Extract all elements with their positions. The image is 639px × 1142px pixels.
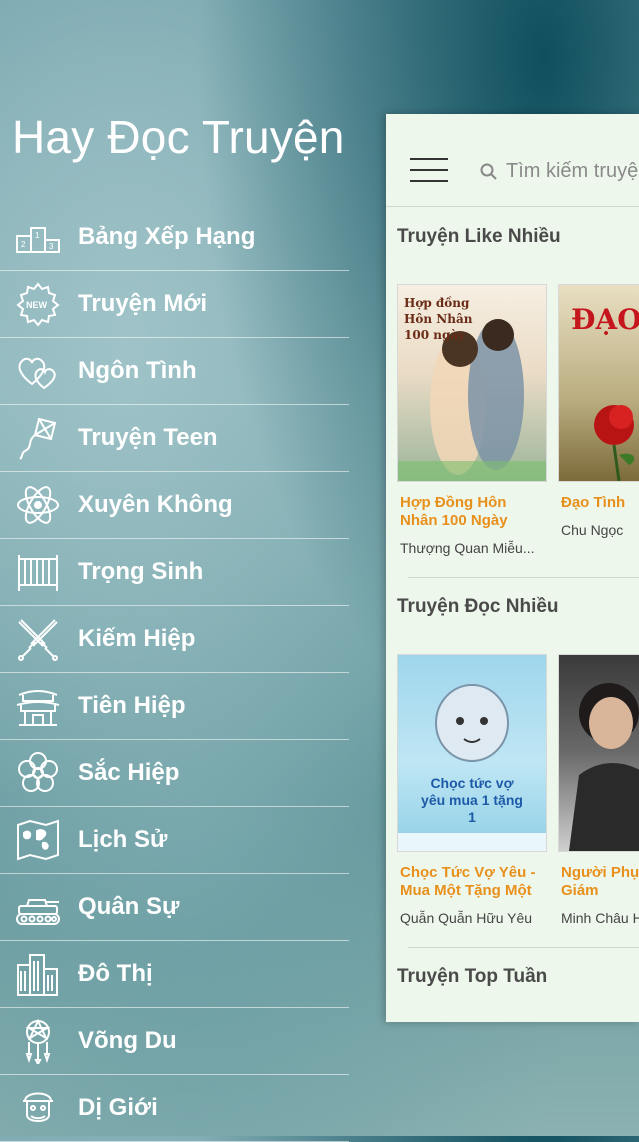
svg-text:1: 1 [35, 231, 40, 240]
book-title[interactable]: Đạo Tình [558, 494, 639, 512]
section-divider [408, 577, 639, 578]
book-author: Thượng Quan Miễu... [400, 540, 535, 556]
menu-item-do-thi[interactable]: Đô Thị [0, 941, 349, 1008]
menu-item-label: Trọng Sinh [78, 558, 204, 585]
menu-item-sac-hiep[interactable]: Sắc Hiệp [0, 740, 349, 807]
book-author: Minh Châu H [561, 910, 639, 926]
menu-item-truyen-moi[interactable]: NEW Truyện Mới [0, 271, 349, 338]
cover-text: Chọc tức vợ yêu mua 1 tặng 1 [421, 775, 523, 825]
menu-item-truyen-teen[interactable]: Truyện Teen [0, 405, 349, 472]
book-card[interactable]: Hợp đồng Hôn Nhân 100 ngày Hợp Đồng Hôn … [397, 284, 547, 556]
atom-icon [14, 481, 62, 529]
menu-item-ngon-tinh[interactable]: Ngôn Tình [0, 338, 349, 405]
menu-item-bang-xep-hang[interactable]: 213 Bảng Xếp Hạng [0, 204, 349, 271]
app-title: Hay Đọc Truyện [12, 111, 345, 163]
menu-item-label: Quân Sự [78, 893, 180, 920]
menu-item-kiem-hiep[interactable]: Kiếm Hiệp [0, 606, 349, 673]
flower-icon [14, 749, 62, 797]
menu-item-lich-su[interactable]: Lịch Sử [0, 807, 349, 874]
menu-item-label: Truyện Teen [78, 424, 218, 451]
pagoda-icon [14, 682, 62, 730]
book-author: Quẫn Quẫn Hữu Yêu [400, 910, 533, 926]
menu-item-label: Sắc Hiệp [78, 759, 180, 786]
book-title[interactable]: Chọc Tức Vợ Yêu - Mua Một Tặng Một [397, 864, 547, 900]
menu-item-label: Kiếm Hiệp [78, 625, 196, 652]
buildings-icon [14, 950, 62, 998]
search-icon [480, 163, 497, 180]
svg-text:NEW: NEW [26, 300, 48, 310]
side-menu: 213 Bảng Xếp Hạng NEW Truyện Mới Ngôn Tì… [0, 204, 349, 1142]
book-card[interactable]: Chọc tức vợ yêu mua 1 tặng 1 Chọc Tức Vợ… [397, 654, 547, 926]
crib-icon [14, 548, 62, 596]
menu-item-label: Võng Du [78, 1027, 177, 1054]
book-cover[interactable]: Chọc tức vợ yêu mua 1 tặng 1 [397, 654, 547, 852]
top-bar: Tìm kiếm truyện [386, 114, 639, 207]
book-title[interactable]: Người Phụ Tổng Giám [558, 864, 639, 900]
book-author: Chu Ngọc [561, 522, 624, 538]
section-divider [408, 947, 639, 948]
menu-item-label: Tiên Hiệp [78, 692, 186, 719]
hearts-icon [14, 347, 62, 395]
kite-icon [14, 414, 62, 462]
menu-item-label: Truyện Mới [78, 290, 208, 317]
podium-icon: 213 [14, 213, 62, 261]
svg-text:3: 3 [49, 242, 54, 251]
book-card[interactable]: ĐẠO Đạo Tình Chu Ngọc [558, 284, 639, 538]
new-badge-icon: NEW [14, 280, 62, 328]
menu-item-tien-hiep[interactable]: Tiên Hiệp [0, 673, 349, 740]
book-cover[interactable]: ĐẠO [558, 284, 639, 482]
menu-item-label: Lịch Sử [78, 826, 168, 853]
menu-item-label: Xuyên Không [78, 491, 233, 518]
svg-text:2: 2 [21, 240, 26, 249]
menu-item-label: Bảng Xếp Hạng [78, 223, 256, 250]
cover-text: ĐẠO [571, 303, 639, 336]
section-title[interactable]: Truyện Like Nhiều [397, 226, 561, 248]
menu-item-label: Dị Giới [78, 1094, 158, 1121]
hamburger-menu-icon[interactable] [410, 158, 448, 184]
menu-item-label: Ngôn Tình [78, 357, 197, 384]
world-map-icon [14, 816, 62, 864]
book-cover[interactable]: Hợp đồng Hôn Nhân 100 ngày [397, 284, 547, 482]
section-title[interactable]: Truyện Đọc Nhiều [397, 596, 559, 618]
book-card[interactable]: Người Phụ Tổng Giám Minh Châu H [558, 654, 639, 926]
section-title[interactable]: Truyện Top Tuần [397, 966, 547, 988]
menu-item-xuyen-khong[interactable]: Xuyên Không [0, 472, 349, 539]
menu-item-vong-du[interactable]: Võng Du [0, 1008, 349, 1075]
menu-item-quan-su[interactable]: Quân Sự [0, 874, 349, 941]
main-panel[interactable]: Tìm kiếm truyện Truyện Like Nhiều Hợp đồ… [386, 114, 639, 1022]
tank-icon [14, 883, 62, 931]
book-title[interactable]: Hợp Đồng Hôn Nhân 100 Ngày [397, 494, 547, 530]
dreamcatcher-icon [14, 1017, 62, 1065]
cover-text: Hợp đồng Hôn Nhân 100 ngày [404, 296, 473, 342]
search-bar[interactable]: Tìm kiếm truyện [480, 160, 639, 183]
warrior-head-icon [14, 1084, 62, 1132]
menu-item-trong-sinh[interactable]: Trọng Sinh [0, 539, 349, 606]
book-cover[interactable] [558, 654, 639, 852]
menu-item-label: Đô Thị [78, 960, 153, 987]
crossed-swords-icon [14, 615, 62, 663]
search-input[interactable]: Tìm kiếm truyện [506, 160, 639, 183]
menu-item-di-gioi[interactable]: Dị Giới [0, 1075, 349, 1142]
